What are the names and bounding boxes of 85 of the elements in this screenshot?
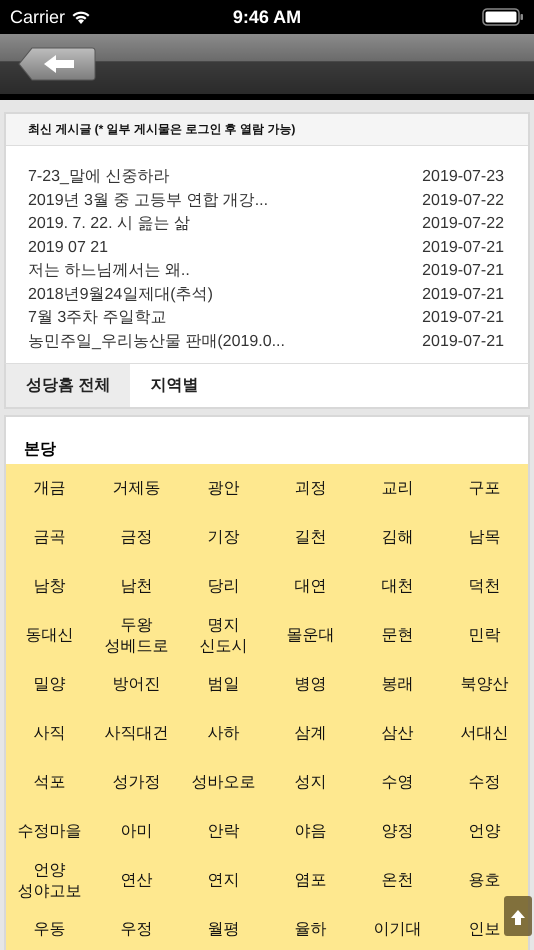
parish-link[interactable]: 삼산: [382, 723, 414, 744]
parish-link[interactable]: 연지: [208, 870, 240, 891]
parish-link[interactable]: 거제동: [112, 478, 160, 499]
parish-link[interactable]: 야음: [294, 821, 326, 842]
parish-link[interactable]: 율하: [294, 919, 326, 940]
post-title[interactable]: 2019년 3월 중 고등부 연합 개강...: [28, 188, 268, 212]
post-title[interactable]: 7-23_말에 신중하라: [28, 165, 170, 188]
parish-link[interactable]: 기장: [208, 527, 240, 548]
parish-link[interactable]: 광안: [208, 478, 240, 499]
parish-link[interactable]: 명지 신도시: [200, 614, 248, 656]
parish-link[interactable]: 교리: [382, 478, 414, 499]
carrier-label: Carrier: [10, 6, 66, 28]
parish-link[interactable]: 성가정: [112, 772, 160, 793]
post-date: 2019-07-21: [422, 332, 504, 352]
parish-link[interactable]: 온천: [382, 870, 414, 891]
post-title[interactable]: 2018년9월24일제대(추석): [28, 282, 213, 306]
post-title[interactable]: 7월 3주차 주일학교: [28, 306, 167, 330]
post-date: 2019-07-22: [422, 190, 504, 210]
parish-link[interactable]: 사직대건: [104, 723, 168, 744]
post-date: 2019-07-23: [422, 167, 504, 187]
parish-link[interactable]: 월평: [208, 919, 240, 940]
parish-link[interactable]: 동대신: [26, 625, 74, 646]
parish-link[interactable]: 북양산: [460, 674, 508, 695]
parish-link[interactable]: 언양 성야고보: [18, 860, 82, 902]
parish-link[interactable]: 금곡: [34, 527, 66, 548]
parish-link[interactable]: 병영: [294, 674, 326, 695]
post-title[interactable]: 농민주일_우리농산물 판매(2019.0...: [28, 330, 285, 353]
parish-link[interactable]: 문현: [382, 625, 414, 646]
parish-link[interactable]: 밀양: [34, 674, 66, 695]
parish-link[interactable]: 수정: [468, 772, 500, 793]
parish-link[interactable]: 용호: [468, 870, 500, 891]
parish-link[interactable]: 김해: [382, 527, 414, 548]
parish-link[interactable]: 괴정: [294, 478, 326, 499]
parish-link[interactable]: 안락: [208, 821, 240, 842]
parish-link[interactable]: 길천: [294, 527, 326, 548]
post-title[interactable]: 2019. 7. 22. 시 읊는 삶: [28, 212, 190, 236]
parish-link[interactable]: 금정: [120, 527, 152, 548]
parish-link[interactable]: 남천: [120, 576, 152, 597]
parish-link[interactable]: 사하: [208, 723, 240, 744]
parish-link[interactable]: 민락: [468, 625, 500, 646]
post-date: 2019-07-21: [422, 308, 504, 328]
post-date: 2019-07-21: [422, 238, 504, 258]
parish-link[interactable]: 염포: [294, 870, 326, 891]
post-date: 2019-07-21: [422, 261, 504, 281]
parish-link[interactable]: 대연: [294, 576, 326, 597]
post-title[interactable]: 2019 07 21: [28, 236, 108, 259]
parish-link[interactable]: 서대신: [460, 723, 508, 744]
scroll-top-button[interactable]: [504, 896, 532, 936]
parish-link[interactable]: 대천: [382, 576, 414, 597]
parish-link[interactable]: 구포: [468, 478, 500, 499]
section-title: 본당: [23, 440, 57, 460]
parish-link[interactable]: 남목: [468, 527, 500, 548]
parish-link[interactable]: 봉래: [382, 674, 414, 695]
parish-link[interactable]: 연산: [120, 870, 152, 891]
parish-link[interactable]: 성지: [294, 772, 326, 793]
parish-link[interactable]: 수정마을: [18, 821, 82, 842]
parish-link[interactable]: 몰운대: [286, 625, 334, 646]
parish-link[interactable]: 인보: [468, 919, 500, 940]
parish-link[interactable]: 우동: [34, 919, 66, 940]
parish-link[interactable]: 당리: [208, 576, 240, 597]
parish-link[interactable]: 두왕 성베드로: [104, 614, 168, 656]
parish-link[interactable]: 양정: [382, 821, 414, 842]
parish-link[interactable]: 개금: [34, 478, 66, 499]
parish-link[interactable]: 수영: [382, 772, 414, 793]
parish-link[interactable]: 덕천: [468, 576, 500, 597]
wifi-icon: [71, 10, 92, 24]
parish-link[interactable]: 이기대: [374, 919, 422, 940]
parish-link[interactable]: 삼계: [294, 723, 326, 744]
parish-link[interactable]: 방어진: [112, 674, 160, 695]
parish-link[interactable]: 아미: [120, 821, 152, 842]
post-title[interactable]: 저는 하느님께서는 왜..: [28, 259, 190, 282]
battery-icon: [482, 8, 524, 26]
clock-time: 9:46 AM: [232, 6, 302, 26]
post-date: 2019-07-22: [422, 214, 504, 234]
parish-link[interactable]: 성바오로: [192, 772, 256, 793]
region-tab[interactable]: 성당홈 전체: [6, 364, 130, 407]
parish-link[interactable]: 사직: [34, 723, 66, 744]
parish-link[interactable]: 석포: [34, 772, 66, 793]
parish-link[interactable]: 우정: [120, 919, 152, 940]
parish-link[interactable]: 범일: [208, 674, 240, 695]
parish-link[interactable]: 언양: [468, 821, 500, 842]
section-title: 최신 게시글 (* 일부 게시물은 로그인 후 열람 가능): [6, 114, 528, 146]
parish-link[interactable]: 남창: [34, 576, 66, 597]
post-date: 2019-07-21: [422, 284, 504, 304]
back-button[interactable]: [18, 47, 96, 81]
